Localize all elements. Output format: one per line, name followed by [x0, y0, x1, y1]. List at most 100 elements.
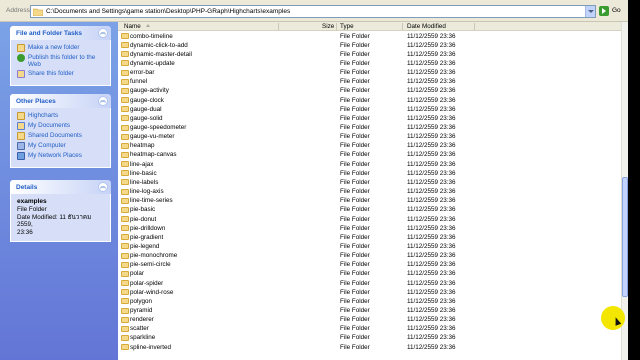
file-row[interactable]: gauge-clock File Folder 11/12/2559 23:36: [118, 96, 621, 105]
file-row[interactable]: gauge-dual File Folder 11/12/2559 23:36: [118, 105, 621, 114]
place-my-documents[interactable]: My Documents: [17, 122, 106, 130]
file-row[interactable]: pie-drilldown File Folder 11/12/2559 23:36: [118, 224, 621, 233]
collapse-chevron-icon[interactable]: ︽: [98, 96, 108, 106]
folder-icon: [121, 161, 129, 168]
go-button[interactable]: Go: [599, 5, 625, 18]
file-name: spline-inverted: [130, 343, 171, 351]
file-row[interactable]: line-time-series File Folder 11/12/2559 23…: [118, 196, 621, 205]
file-row[interactable]: pie-legend File Folder 11/12/2559 23:36: [118, 242, 621, 251]
file-date-modified: 11/12/2559 23:36: [407, 50, 456, 58]
file-row[interactable]: pie-donut File Folder 11/12/2559 23:36: [118, 215, 621, 224]
file-type: File Folder: [340, 78, 370, 86]
details-header[interactable]: Details ︽: [10, 180, 111, 194]
file-row[interactable]: error-bar File Folder 11/12/2559 23:36: [118, 68, 621, 77]
place-my-network-places[interactable]: My Network Places: [17, 152, 106, 160]
file-type: File Folder: [340, 224, 370, 232]
file-date-modified: 11/12/2559 23:36: [407, 124, 456, 131]
file-name: pie-donut: [130, 215, 157, 223]
folder-icon: [17, 132, 25, 140]
file-row[interactable]: gauge-vu-meter File Folder 11/12/2559 23:3…: [118, 132, 621, 141]
file-row[interactable]: spline-inverted File Folder 11/12/2559 23:…: [118, 343, 621, 352]
other-places-title: Other Places: [16, 98, 56, 105]
folder-icon: [121, 216, 129, 222]
file-row[interactable]: sparkline File Folder 11/12/2559 23:36: [118, 333, 621, 342]
address-input[interactable]: C:\Documents and Settings\game station\D…: [30, 5, 596, 18]
file-row[interactable]: line-log-axis File Folder 11/12/2559 23:36: [118, 187, 621, 196]
file-name: pie-basic: [130, 206, 156, 214]
task-share-folder[interactable]: Share this folder: [17, 70, 106, 78]
file-type: File Folder: [340, 252, 370, 260]
file-tasks-panel: File and Folder Tasks ︽ Make a new folde…: [10, 26, 111, 86]
file-type: File Folder: [340, 297, 370, 305]
place-label: My Documents: [28, 122, 70, 129]
details-title: Details: [16, 184, 38, 191]
file-type: File Folder: [340, 197, 370, 205]
other-places-header[interactable]: Other Places ︽: [10, 94, 111, 108]
place-my-computer[interactable]: My Computer: [17, 142, 106, 150]
column-divider[interactable]: [336, 23, 337, 30]
column-header-name[interactable]: Name: [124, 23, 141, 30]
file-row[interactable]: polygon File Folder 11/12/2559 23:36: [118, 297, 621, 306]
column-divider[interactable]: [402, 23, 403, 30]
file-row[interactable]: renderer File Folder 11/12/2559 23:36: [118, 315, 621, 324]
file-row[interactable]: scatter File Folder 11/12/2559 23:36: [118, 324, 621, 333]
file-row[interactable]: gauge-solid File Folder 11/12/2559 23:36: [118, 114, 621, 123]
place-shared-documents[interactable]: Shared Documents: [17, 132, 106, 140]
file-row[interactable]: heatmap-canvas File Folder 11/12/2559 23:3…: [118, 150, 621, 159]
collapse-chevron-icon[interactable]: ︽: [98, 28, 108, 38]
file-date-modified: 11/12/2559 23:36: [407, 261, 456, 269]
file-row[interactable]: gauge-activity File Folder 11/12/2559 23:3…: [118, 86, 621, 95]
file-row[interactable]: pie-monochrome File Folder 11/12/2559 23:3…: [118, 251, 621, 260]
file-row[interactable]: polar File Folder 11/12/2559 23:36: [118, 269, 621, 278]
file-row[interactable]: pie-semi-circle File Folder 11/12/2559 23:…: [118, 260, 621, 269]
file-row[interactable]: gauge-speedometer File Folder 11/12/2559 2…: [118, 123, 621, 132]
file-date-modified: 11/12/2559 23:36: [407, 343, 456, 351]
file-row[interactable]: combo-timeline File Folder 11/12/2559 23:3…: [118, 32, 621, 41]
task-publish-to-web[interactable]: Publish this folder to the Web: [17, 54, 106, 68]
column-header-size[interactable]: Size: [322, 23, 334, 30]
file-type: File Folder: [340, 307, 370, 314]
file-name: gauge-dual: [130, 105, 162, 113]
file-tasks-header[interactable]: File and Folder Tasks ︽: [10, 26, 111, 40]
file-row[interactable]: dynamic-master-detail File Folder 11/12/25…: [118, 50, 621, 59]
folder-icon: [121, 78, 129, 85]
column-header-date[interactable]: Date Modified: [407, 23, 446, 30]
file-date-modified: 11/12/2559 23:36: [407, 160, 456, 168]
file-date-modified: 11/12/2559 23:36: [407, 233, 456, 241]
folder-icon: [121, 142, 129, 149]
task-make-new-folder[interactable]: Make a new folder: [17, 44, 106, 52]
column-divider[interactable]: [474, 23, 475, 30]
file-name: line-labels: [130, 178, 159, 186]
address-bar: Address C:\Documents and Settings\game s…: [0, 0, 628, 22]
file-row[interactable]: pyramid File Folder 11/12/2559 23:36: [118, 306, 621, 315]
file-row[interactable]: polar-wind-rose File Folder 11/12/2559 23:…: [118, 288, 621, 297]
place-label: My Computer: [28, 142, 66, 149]
collapse-chevron-icon[interactable]: ︽: [98, 182, 108, 192]
file-row[interactable]: funnel File Folder 11/12/2559 23:36: [118, 77, 621, 86]
file-row[interactable]: dynamic-click-to-add File Folder 11/12/255…: [118, 41, 621, 50]
file-row[interactable]: polar-spider File Folder 11/12/2559 23:36: [118, 279, 621, 288]
file-row[interactable]: line-labels File Folder 11/12/2559 23:36: [118, 178, 621, 187]
other-places-body: Highcharts My Documents Shared Documents…: [10, 108, 111, 168]
file-row[interactable]: line-ajax File Folder 11/12/2559 23:36: [118, 160, 621, 169]
folder-icon: [121, 280, 129, 287]
file-type: File Folder: [340, 151, 370, 159]
file-row[interactable]: line-basic File Folder 11/12/2559 23:36: [118, 169, 621, 178]
folder-icon: [121, 124, 129, 131]
place-highcharts[interactable]: Highcharts: [17, 112, 106, 120]
task-label: Share this folder: [28, 70, 74, 77]
address-dropdown-button[interactable]: [585, 6, 595, 17]
file-name: pyramid: [130, 307, 153, 314]
column-header-type[interactable]: Type: [340, 23, 354, 30]
file-row[interactable]: heatmap File Folder 11/12/2559 23:36: [118, 141, 621, 150]
file-date-modified: 11/12/2559 23:36: [407, 252, 456, 260]
file-row[interactable]: pie-gradient File Folder 11/12/2559 23:36: [118, 233, 621, 242]
file-row[interactable]: pie-basic File Folder 11/12/2559 23:36: [118, 205, 621, 214]
column-divider[interactable]: [278, 23, 279, 30]
file-date-modified: 11/12/2559 23:36: [407, 69, 456, 77]
documents-icon: [17, 122, 25, 130]
file-row[interactable]: dynamic-update File Folder 11/12/2559 23:3…: [118, 59, 621, 68]
file-date-modified: 11/12/2559 23:36: [407, 279, 456, 287]
file-date-modified: 11/12/2559 23:36: [407, 178, 456, 186]
details-modified-time: 23:36: [17, 228, 33, 236]
